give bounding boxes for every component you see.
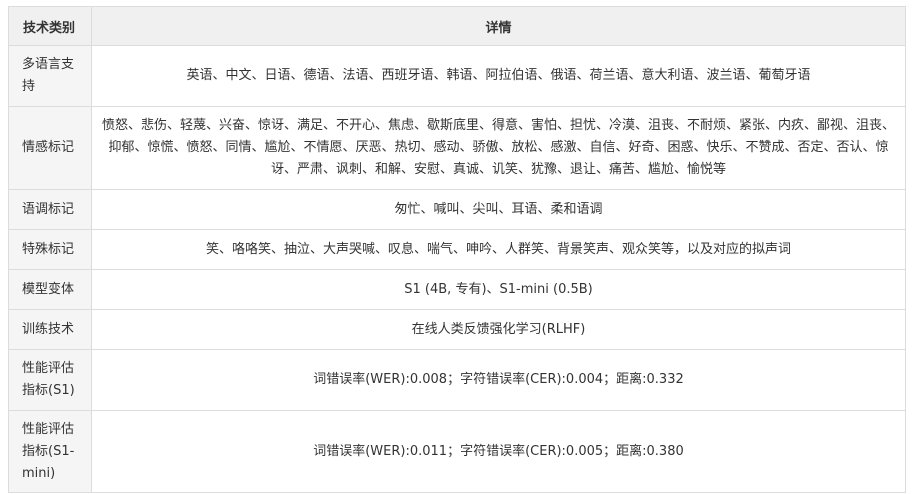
table-row: 训练技术 在线人类反馈强化学习(RLHF) — [8, 309, 906, 350]
row-detail: 匆忙、喊叫、尖叫、耳语、柔和语调 — [91, 189, 906, 230]
tech-spec-table: 技术类别 详情 多语言支持 英语、中文、日语、德语、法语、西班牙语、韩语、阿拉伯… — [8, 6, 906, 493]
table-row: 特殊标记 笑、咯咯笑、抽泣、大声哭喊、叹息、喘气、呻吟、人群笑、背景笑声、观众笑… — [8, 229, 906, 270]
table-row: 多语言支持 英语、中文、日语、德语、法语、西班牙语、韩语、阿拉伯语、俄语、荷兰语… — [8, 45, 906, 107]
row-category: 训练技术 — [8, 309, 92, 350]
row-category: 特殊标记 — [8, 229, 92, 270]
row-detail: 词错误率(WER):0.008；字符错误率(CER):0.004；距离:0.33… — [91, 349, 906, 411]
row-detail: S1 (4B, 专有)、S1-mini (0.5B) — [91, 269, 906, 310]
table-row: 模型变体 S1 (4B, 专有)、S1-mini (0.5B) — [8, 269, 906, 310]
table-row: 性能评估指标(S1) 词错误率(WER):0.008；字符错误率(CER):0.… — [8, 349, 906, 411]
row-detail: 笑、咯咯笑、抽泣、大声哭喊、叹息、喘气、呻吟、人群笑、背景笑声、观众笑等，以及对… — [91, 229, 906, 270]
row-category: 性能评估指标(S1-mini) — [8, 410, 92, 493]
row-category: 模型变体 — [8, 269, 92, 310]
row-category: 语调标记 — [8, 189, 92, 230]
row-detail: 愤怒、悲伤、轻蔑、兴奋、惊讶、满足、不开心、焦虑、歇斯底里、得意、害怕、担忧、冷… — [91, 106, 906, 190]
row-detail: 英语、中文、日语、德语、法语、西班牙语、韩语、阿拉伯语、俄语、荷兰语、意大利语、… — [91, 45, 906, 107]
table-row: 语调标记 匆忙、喊叫、尖叫、耳语、柔和语调 — [8, 189, 906, 230]
row-detail: 词错误率(WER):0.011；字符错误率(CER):0.005；距离:0.38… — [91, 410, 906, 493]
table-row: 情感标记 愤怒、悲伤、轻蔑、兴奋、惊讶、满足、不开心、焦虑、歇斯底里、得意、害怕… — [8, 106, 906, 190]
header-category: 技术类别 — [8, 6, 92, 46]
header-detail: 详情 — [91, 6, 906, 46]
row-detail: 在线人类反馈强化学习(RLHF) — [91, 309, 906, 350]
row-category: 情感标记 — [8, 106, 92, 190]
table-container: 技术类别 详情 多语言支持 英语、中文、日语、德语、法语、西班牙语、韩语、阿拉伯… — [8, 6, 906, 493]
table-row: 性能评估指标(S1-mini) 词错误率(WER):0.011；字符错误率(CE… — [8, 410, 906, 493]
row-category: 性能评估指标(S1) — [8, 349, 92, 411]
row-category: 多语言支持 — [8, 45, 92, 107]
table-header-row: 技术类别 详情 — [8, 6, 906, 46]
